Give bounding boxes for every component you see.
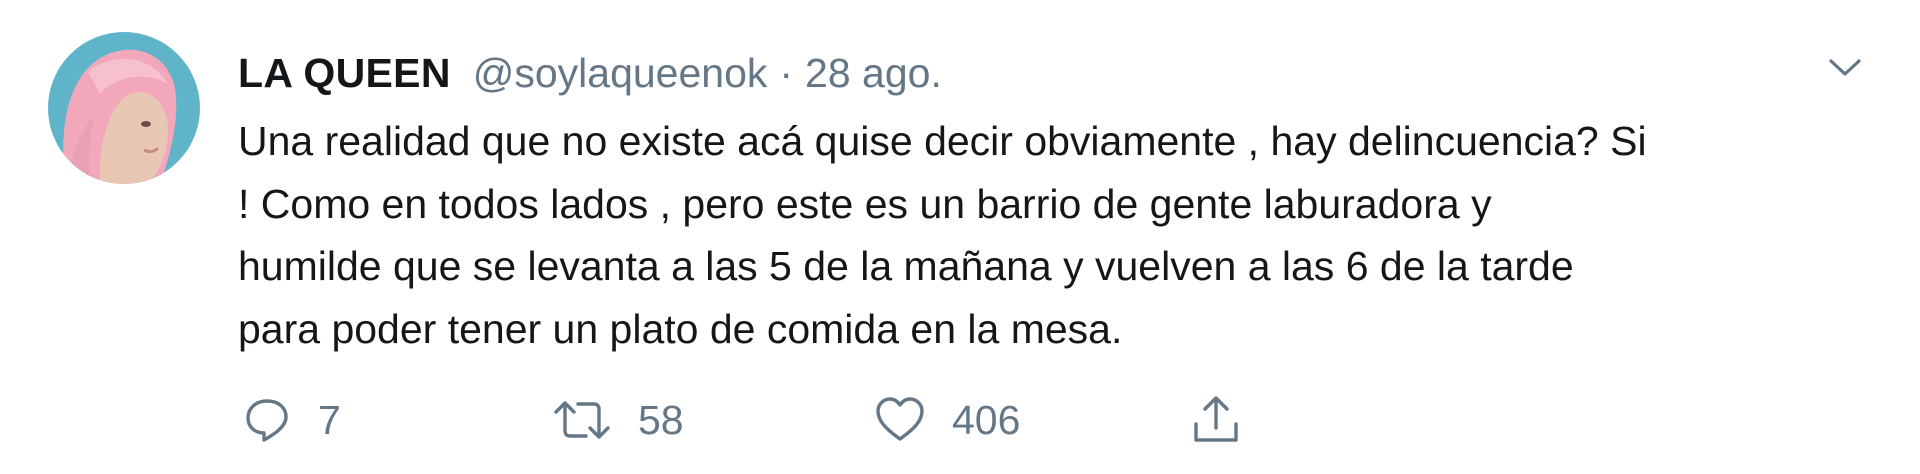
- share-icon: [1194, 396, 1238, 442]
- avatar[interactable]: [48, 32, 200, 184]
- share-button[interactable]: [1190, 390, 1242, 450]
- like-count: 406: [952, 396, 1021, 443]
- heart-icon: [876, 397, 924, 441]
- tweet-date[interactable]: 28 ago.: [805, 44, 942, 102]
- tweet-text-line: ! Como en todos lados , pero este es un …: [238, 180, 1492, 227]
- retweet-icon: [554, 401, 610, 439]
- avatar-image: [48, 32, 200, 184]
- retweet-count: 58: [638, 396, 684, 443]
- user-handle[interactable]: @soylaqueenok: [473, 44, 768, 102]
- reply-button[interactable]: 7: [242, 390, 341, 450]
- like-button[interactable]: 406: [874, 390, 1020, 450]
- tweet-text: Una realidad que no existe acá quise dec…: [238, 110, 1878, 360]
- tweet-text-line: Una realidad que no existe acá quise dec…: [238, 118, 1647, 164]
- reply-count: 7: [318, 396, 341, 443]
- tweet-actions: 7 58 406: [0, 390, 1920, 450]
- reply-icon: [246, 399, 288, 442]
- tweet-text-line: para poder tener un plato de comida en l…: [238, 305, 1123, 352]
- chevron-down-icon: [1829, 59, 1861, 76]
- header-separator: ·: [779, 50, 794, 96]
- tweet-header: LA QUEEN @soylaqueenok · 28 ago.: [238, 44, 942, 102]
- tweet-menu-button[interactable]: [1822, 48, 1868, 88]
- tweet-text-line: humilde que se levanta a las 5 de la mañ…: [238, 243, 1574, 289]
- retweet-button[interactable]: 58: [552, 390, 684, 450]
- tweet: LA QUEEN @soylaqueenok · 28 ago. Una rea…: [0, 0, 1920, 474]
- display-name[interactable]: LA QUEEN: [238, 44, 451, 102]
